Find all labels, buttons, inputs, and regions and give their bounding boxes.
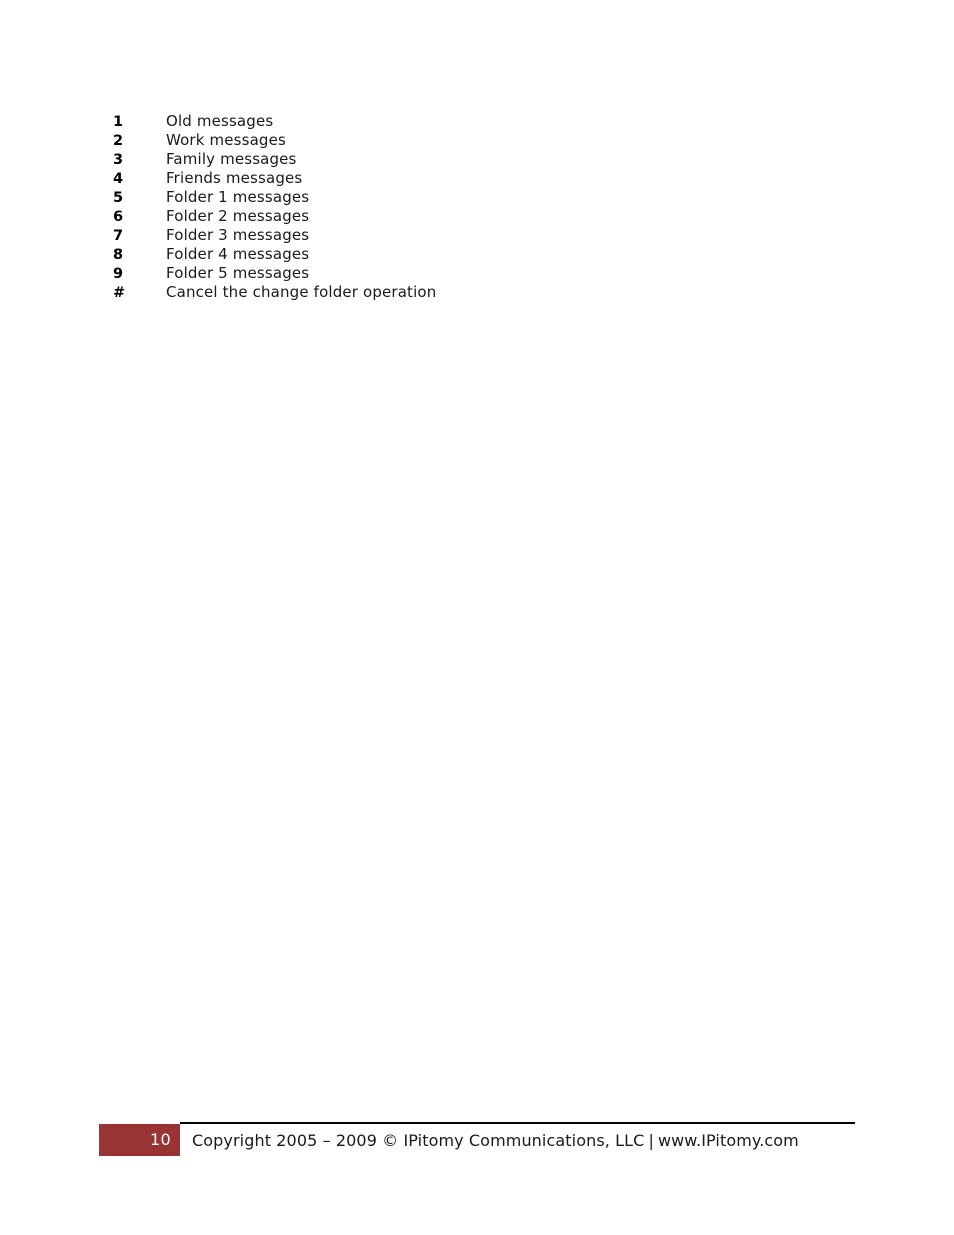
key-code: 4 — [113, 171, 124, 187]
copyright-text: Copyright 2005 – 2009 © IPitomy Communic… — [192, 1131, 645, 1150]
page-number: 10 — [150, 1130, 171, 1149]
voicemail-folder-key-list: 1 Old messages 2 Work messages 3 Family … — [113, 112, 873, 302]
key-label: Folder 3 messages — [166, 226, 310, 244]
key-code: # — [113, 285, 126, 301]
website-text: www.IPitomy.com — [657, 1131, 799, 1150]
list-item: 4 Friends messages — [113, 169, 873, 188]
key-code: 6 — [113, 209, 124, 225]
list-item: 2 Work messages — [113, 131, 873, 150]
key-label: Old messages — [166, 112, 274, 130]
footer-separator: | — [648, 1131, 654, 1150]
list-item: 3 Family messages — [113, 150, 873, 169]
list-item: 8 Folder 4 messages — [113, 245, 873, 264]
list-item: 1 Old messages — [113, 112, 873, 131]
key-code: 9 — [113, 266, 124, 282]
list-item: 6 Folder 2 messages — [113, 207, 873, 226]
list-item: 5 Folder 1 messages — [113, 188, 873, 207]
key-code: 8 — [113, 247, 124, 263]
key-label: Work messages — [166, 131, 286, 149]
list-item: 9 Folder 5 messages — [113, 264, 873, 283]
key-label: Folder 2 messages — [166, 207, 310, 225]
footer-divider — [180, 1122, 855, 1124]
page-footer: 10 Copyright 2005 – 2009 © IPitomy Commu… — [0, 1118, 954, 1178]
page-number-badge: 10 — [99, 1124, 180, 1156]
key-label: Folder 1 messages — [166, 188, 310, 206]
list-item: # Cancel the change folder operation — [113, 283, 873, 302]
key-code: 7 — [113, 228, 124, 244]
footer-copyright-line: Copyright 2005 – 2009 © IPitomy Communic… — [192, 1130, 799, 1152]
key-label: Cancel the change folder operation — [166, 283, 437, 301]
key-code: 3 — [113, 152, 124, 168]
key-label: Folder 5 messages — [166, 264, 310, 282]
key-code: 1 — [113, 114, 124, 130]
key-label: Family messages — [166, 150, 297, 168]
key-label: Folder 4 messages — [166, 245, 310, 263]
key-label: Friends messages — [166, 169, 303, 187]
key-code: 5 — [113, 190, 124, 206]
list-item: 7 Folder 3 messages — [113, 226, 873, 245]
key-code: 2 — [113, 133, 124, 149]
